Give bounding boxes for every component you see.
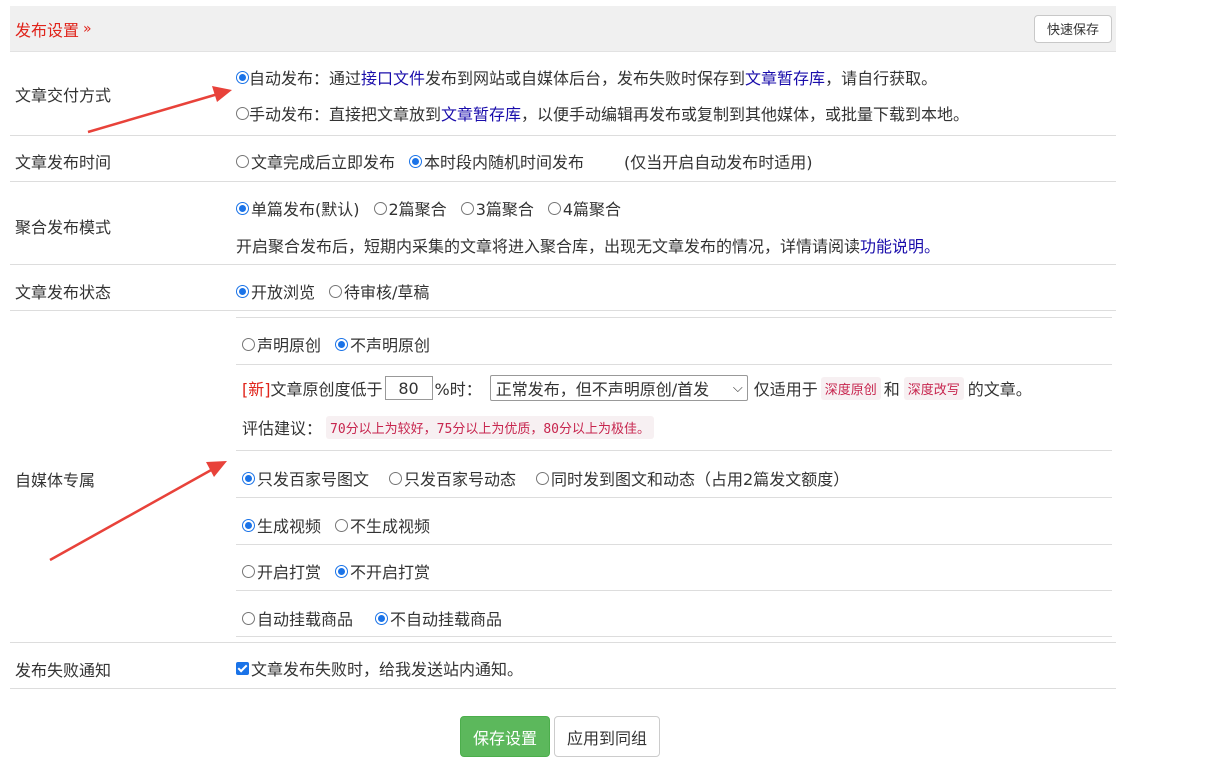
aggregate-description: 开启聚合发布后，短期内采集的文章将进入聚合库，出现无文章发布的情况，详情请阅读功… — [236, 233, 940, 257]
option-publish-random[interactable]: 本时段内随机时间发布 — [409, 149, 584, 173]
radio[interactable] — [335, 564, 349, 578]
option-baijia-dynamic[interactable]: 只发百家号动态 — [389, 466, 516, 490]
row-label: 自媒体专属 — [15, 471, 96, 490]
radio[interactable] — [236, 284, 249, 298]
originality-threshold-input[interactable] — [384, 376, 433, 400]
row-label: 文章发布时间 — [15, 153, 112, 172]
option-fail-notify[interactable]: 文章发布失败时，给我发送站内通知。 — [236, 656, 523, 680]
radio[interactable] — [242, 611, 255, 625]
row-delivery: 文章交付方式 自动发布：通过 接口文件 发布到网站或自媒体后台，发布失败时保存到 文章… — [10, 52, 1116, 136]
originality-action-select[interactable]: 正常发布，但不声明原创/首发 ⌵ — [489, 375, 748, 401]
radio-manual-publish[interactable] — [236, 106, 249, 120]
option-no-auto-goods[interactable]: 不自动挂载商品 — [375, 606, 502, 630]
link-article-store-2[interactable]: 文章暂存库 — [441, 101, 521, 125]
chevron-down-icon: ⌵ — [732, 380, 743, 396]
row-label: 发布失败通知 — [15, 661, 112, 680]
option-aggregate-2[interactable]: 2篇聚合 — [373, 196, 447, 220]
radio[interactable] — [460, 201, 474, 215]
option-manual-publish[interactable]: 手动发布：直接把文章放到 文章暂存库 ，以便手动编辑再发布或复制到其他媒体，或批量下… — [236, 101, 969, 125]
option-publish-immediately[interactable]: 文章完成后立即发布 — [236, 149, 395, 173]
radio[interactable] — [389, 471, 403, 485]
radio[interactable] — [375, 611, 389, 625]
action-buttons: 保存设置 应用到同组 — [460, 716, 661, 757]
option-baijia-both[interactable]: 同时发到图文和动态（占用2篇发文额度） — [536, 466, 849, 490]
radio[interactable] — [242, 337, 255, 351]
panel-title-text: 发布设置 — [15, 20, 80, 40]
code-deep-rewrite: 深度改写 — [903, 376, 964, 400]
radio[interactable] — [236, 201, 249, 215]
media-original-row: 声明原创 不声明原创 — [236, 317, 1112, 364]
panel-header: 发布设置 » 快速保存 — [10, 6, 1116, 52]
radio[interactable] — [335, 518, 349, 532]
row-label: 文章交付方式 — [15, 86, 112, 105]
radio[interactable] — [409, 154, 423, 168]
originality-advice: 评估建议： 70分以上为较好，75分以上为优质，80分以上为极佳。 — [242, 415, 654, 439]
new-tag: [新] — [242, 380, 271, 399]
option-disable-reward[interactable]: 不开启打赏 — [335, 559, 430, 583]
row-media: 自媒体专属 声明原创 不声明原创 [新] 文章原创度低于 %时： 正常发布，但不… — [10, 311, 1116, 643]
option-status-draft[interactable]: 待审核/草稿 — [329, 279, 429, 303]
link-article-store[interactable]: 文章暂存库 — [745, 65, 825, 89]
row-label: 聚合发布模式 — [15, 218, 112, 237]
radio[interactable] — [242, 471, 255, 485]
option-aggregate-4[interactable]: 4篇聚合 — [547, 196, 621, 220]
option-declare-original[interactable]: 声明原创 — [242, 332, 321, 356]
radio[interactable] — [373, 201, 387, 215]
option-aggregate-3[interactable]: 3篇聚合 — [460, 196, 534, 220]
code-deep-original: 深度原创 — [820, 376, 881, 400]
option-auto-publish[interactable]: 自动发布：通过 接口文件 发布到网站或自媒体后台，发布失败时保存到 文章暂存库 ，请自行… — [236, 65, 937, 89]
double-chevron-down-icon: » — [83, 20, 92, 37]
media-originality-row: [新] 文章原创度低于 %时： 正常发布，但不声明原创/首发 ⌵ 仅适用于 深度… — [236, 364, 1112, 450]
option-enable-reward[interactable]: 开启打赏 — [242, 559, 321, 583]
option-auto-goods[interactable]: 自动挂载商品 — [242, 606, 353, 630]
row-label: 文章发布状态 — [15, 283, 112, 302]
fail-notify-checkbox[interactable] — [236, 661, 249, 675]
radio[interactable] — [547, 201, 561, 215]
radio[interactable] — [242, 518, 255, 532]
publish-settings-panel: 发布设置 » 快速保存 文章交付方式 自动发布：通过 接口文件 发布到网站或自媒体后… — [10, 6, 1116, 689]
save-settings-button[interactable]: 保存设置 — [460, 716, 551, 757]
link-interface-file[interactable]: 接口文件 — [361, 65, 425, 89]
radio[interactable] — [335, 337, 349, 351]
row-aggregate: 聚合发布模式 单篇发布(默认) 2篇聚合 3篇聚合 4篇聚合 开启聚合发布后，短… — [10, 182, 1116, 265]
panel-title[interactable]: 发布设置 » — [15, 17, 92, 41]
apply-to-group-button[interactable]: 应用到同组 — [554, 716, 661, 757]
radio[interactable] — [242, 564, 255, 578]
row-fail-notify: 发布失败通知 文章发布失败时，给我发送站内通知。 — [10, 643, 1116, 689]
row-status: 文章发布状态 开放浏览 待审核/草稿 — [10, 265, 1116, 311]
option-aggregate-single[interactable]: 单篇发布(默认) — [236, 196, 360, 220]
option-status-open[interactable]: 开放浏览 — [236, 279, 315, 303]
option-no-declare-original[interactable]: 不声明原创 — [335, 332, 430, 356]
option-no-video[interactable]: 不生成视频 — [335, 513, 430, 537]
radio-auto-publish[interactable] — [236, 70, 249, 84]
media-video-row: 生成视频 不生成视频 — [236, 497, 1112, 544]
option-generate-video[interactable]: 生成视频 — [242, 513, 321, 537]
media-target-row: 只发百家号图文 只发百家号动态 同时发到图文和动态（占用2篇发文额度） — [236, 450, 1112, 497]
media-goods-row: 自动挂载商品 不自动挂载商品 — [236, 590, 1112, 637]
quick-save-button[interactable]: 快速保存 — [1033, 14, 1112, 43]
radio[interactable] — [536, 471, 550, 485]
row-publish-time: 文章发布时间 文章完成后立即发布 本时段内随机时间发布 (仅当开启自动发布时适用… — [10, 136, 1116, 182]
link-feature-doc[interactable]: 功能说明。 — [860, 233, 940, 257]
radio[interactable] — [236, 154, 249, 168]
radio[interactable] — [329, 284, 343, 298]
media-reward-row: 开启打赏 不开启打赏 — [236, 544, 1112, 590]
option-baijia-article[interactable]: 只发百家号图文 — [242, 466, 369, 490]
publish-time-note: (仅当开启自动发布时适用) — [624, 153, 813, 172]
advice-code: 70分以上为较好，75分以上为优质，80分以上为极佳。 — [326, 415, 654, 439]
